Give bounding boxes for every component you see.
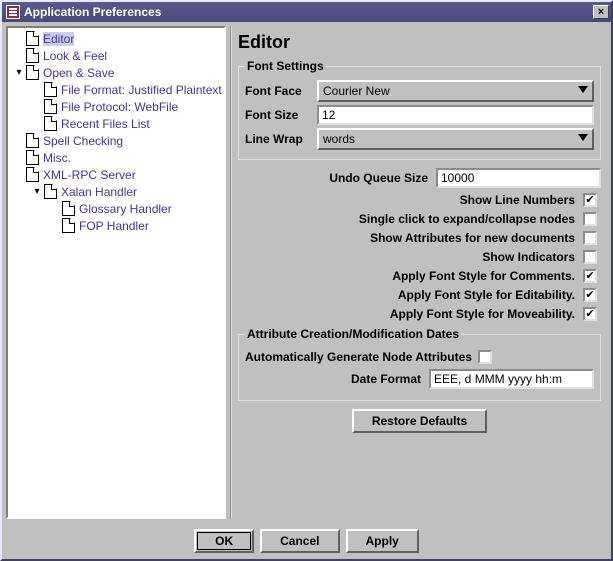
auto-gen-checkbox[interactable] xyxy=(478,350,492,364)
document-icon xyxy=(26,133,39,148)
date-format-input[interactable] xyxy=(429,369,594,389)
tree-item[interactable]: Glossary Handler xyxy=(10,200,222,217)
font-size-label: Font Size xyxy=(245,108,317,122)
cancel-button[interactable]: Cancel xyxy=(260,529,339,553)
tree-item-label: Editor xyxy=(43,32,74,46)
attr-dates-legend: Attribute Creation/Modification Dates xyxy=(245,327,461,341)
tree-item[interactable]: FOP Handler xyxy=(10,217,222,234)
editability-label: Apply Font Style for Editability. xyxy=(398,288,575,302)
apply-button[interactable]: Apply xyxy=(346,529,419,553)
close-button[interactable]: × xyxy=(593,5,609,19)
auto-gen-label: Automatically Generate Node Attributes xyxy=(245,350,472,364)
moveability-checkbox[interactable]: ✔ xyxy=(583,307,597,321)
window-frame: Application Preferences × Editor Look & F… xyxy=(0,0,613,561)
tree-item[interactable]: Editor xyxy=(10,30,222,47)
tree-item-label: Recent Files List xyxy=(61,117,150,131)
line-numbers-checkbox[interactable]: ✔ xyxy=(583,193,597,207)
document-icon xyxy=(44,99,57,114)
line-wrap-label: Line Wrap xyxy=(245,132,317,146)
show-attrs-checkbox[interactable] xyxy=(583,231,597,245)
tree-item-label: Spell Checking xyxy=(43,134,123,148)
moveability-label: Apply Font Style for Moveability. xyxy=(390,307,575,321)
indicators-label: Show Indicators xyxy=(482,250,575,264)
tree-pane: Editor Look & Feel ▾ Open & Save File Format… xyxy=(6,26,226,519)
line-wrap-value: words xyxy=(323,132,355,146)
undo-input[interactable] xyxy=(436,168,601,188)
tree-item[interactable]: ▾ Open & Save xyxy=(10,64,222,81)
tree-item-label: Glossary Handler xyxy=(79,202,172,216)
tree-item-label: Open & Save xyxy=(43,66,114,80)
tree-item-label: Xalan Handler xyxy=(61,185,137,199)
tree-item[interactable]: File Protocol: WebFile xyxy=(10,98,222,115)
chevron-down-icon xyxy=(578,134,588,141)
tree-item[interactable]: Spell Checking xyxy=(10,132,222,149)
document-icon xyxy=(26,167,39,182)
window-title: Application Preferences xyxy=(24,5,593,19)
tree-item[interactable]: XML-RPC Server xyxy=(10,166,222,183)
titlebar: Application Preferences × xyxy=(2,2,611,22)
date-format-label: Date Format xyxy=(351,372,421,386)
restore-defaults-button[interactable]: Restore Defaults xyxy=(352,409,487,433)
document-icon xyxy=(26,48,39,63)
document-icon xyxy=(62,201,75,216)
font-face-value: Courier New xyxy=(323,84,390,98)
undo-label: Undo Queue Size xyxy=(329,171,428,185)
app-icon xyxy=(6,5,20,19)
comments-label: Apply Font Style for Comments. xyxy=(392,269,575,283)
document-icon xyxy=(26,31,39,46)
tree-item[interactable]: Recent Files List xyxy=(10,115,222,132)
tree-item-label: File Protocol: WebFile xyxy=(61,100,178,114)
ok-button[interactable]: OK xyxy=(194,529,254,553)
tree-item-label: FOP Handler xyxy=(79,219,149,233)
button-bar: OK Cancel Apply xyxy=(2,523,611,559)
settings-pane: Editor Font Settings Font Face Courier N… xyxy=(230,26,607,519)
document-icon xyxy=(26,65,39,80)
font-face-label: Font Face xyxy=(245,84,317,98)
single-click-checkbox[interactable] xyxy=(583,212,597,226)
tree-item-label: XML-RPC Server xyxy=(43,168,136,182)
expander-open-icon[interactable]: ▾ xyxy=(12,67,26,78)
editability-checkbox[interactable]: ✔ xyxy=(583,288,597,302)
chevron-down-icon xyxy=(578,86,588,93)
attr-dates-group: Attribute Creation/Modification Dates Au… xyxy=(238,327,601,401)
tree-item-label: Look & Feel xyxy=(43,49,107,63)
tree-item[interactable]: Misc. xyxy=(10,149,222,166)
comments-checkbox[interactable]: ✔ xyxy=(583,269,597,283)
line-numbers-label: Show Line Numbers xyxy=(460,193,575,207)
tree-item[interactable]: ▾ Xalan Handler xyxy=(10,183,222,200)
single-click-label: Single click to expand/collapse nodes xyxy=(359,212,575,226)
document-icon xyxy=(26,150,39,165)
tree-item-label: File Format: Justified Plaintext xyxy=(61,83,222,97)
show-attrs-label: Show Attributes for new documents xyxy=(370,231,575,245)
expander-open-icon[interactable]: ▾ xyxy=(30,186,44,197)
font-settings-group: Font Settings Font Face Courier New Font… xyxy=(238,59,601,160)
font-settings-legend: Font Settings xyxy=(245,59,326,73)
line-wrap-combo[interactable]: words xyxy=(317,128,594,150)
font-face-combo[interactable]: Courier New xyxy=(317,80,594,102)
document-icon xyxy=(44,116,57,131)
page-title: Editor xyxy=(238,32,601,53)
tree-item[interactable]: File Format: Justified Plaintext xyxy=(10,81,222,98)
content-area: Editor Look & Feel ▾ Open & Save File Format… xyxy=(2,22,611,523)
tree-item[interactable]: Look & Feel xyxy=(10,47,222,64)
document-icon xyxy=(44,82,57,97)
document-icon xyxy=(62,218,75,233)
option-list: Undo Queue Size Show Line Numbers ✔ Sing… xyxy=(238,168,601,321)
document-icon xyxy=(44,184,57,199)
font-size-input[interactable] xyxy=(317,105,594,125)
indicators-checkbox[interactable] xyxy=(583,250,597,264)
tree-item-label: Misc. xyxy=(43,151,71,165)
